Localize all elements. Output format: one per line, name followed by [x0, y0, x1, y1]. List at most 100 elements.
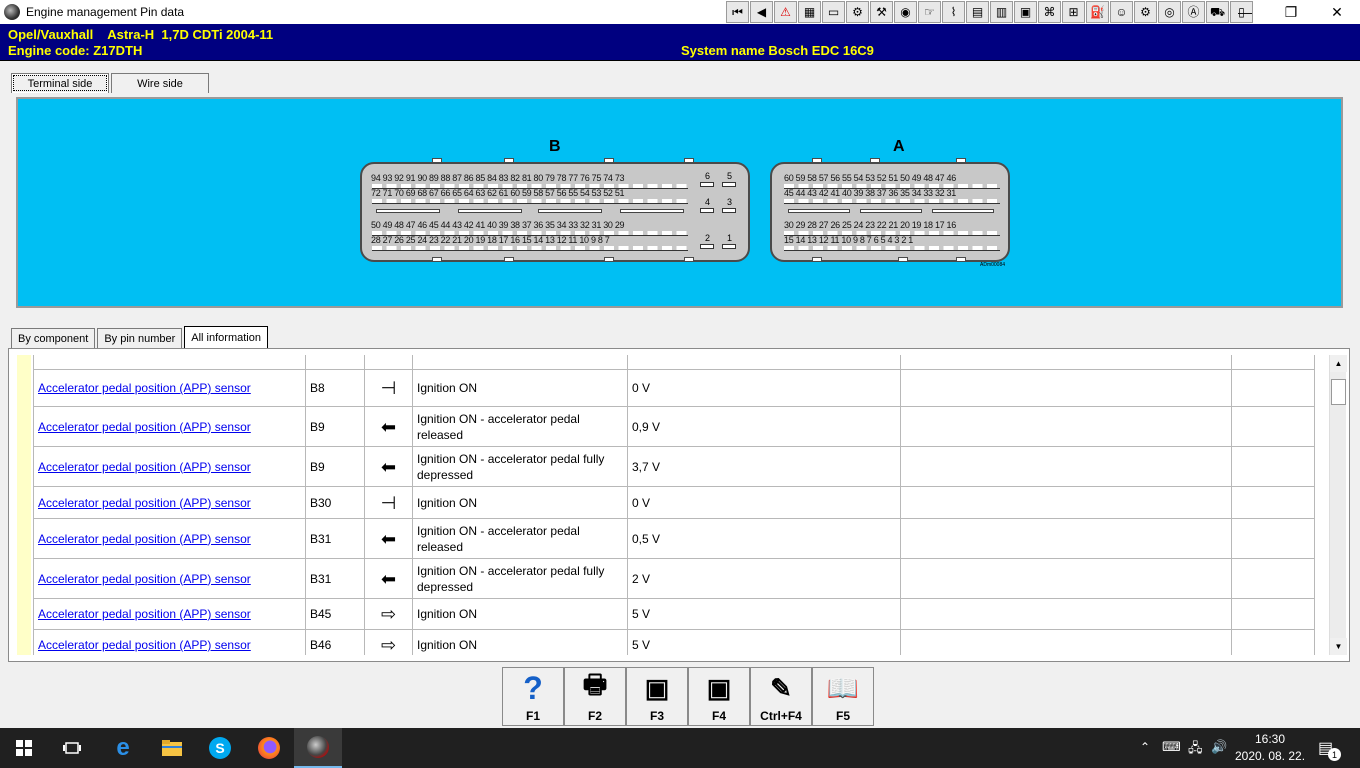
function-key-ctrl-f4[interactable]: ✎ Ctrl+F4 [750, 667, 812, 726]
component-link[interactable]: Accelerator pedal position (APP) sensor [38, 532, 251, 546]
function-key-label: F3 [649, 709, 664, 723]
screen-copy-icon: ▣ [706, 672, 732, 703]
tab [604, 257, 614, 262]
vertical-scrollbar[interactable]: ▲ ▼ [1329, 355, 1347, 655]
component-link[interactable]: Accelerator pedal position (APP) sensor [38, 572, 251, 586]
tab [870, 158, 880, 163]
table-row: Accelerator pedal position (APP) sensor B… [33, 518, 1315, 559]
pin-bar [722, 244, 736, 249]
component-link[interactable]: Accelerator pedal position (APP) sensor [38, 496, 251, 510]
empty-cell [1231, 598, 1315, 630]
diagram-code: ADm00084 [980, 262, 1006, 268]
component-icon[interactable]: ▤ [966, 1, 989, 23]
tyre-icon[interactable]: ◎ [1158, 1, 1181, 23]
film-icon[interactable]: ▦ [798, 1, 821, 23]
disc-icon[interactable]: ◉ [894, 1, 917, 23]
component-cell: Accelerator pedal position (APP) sensor [33, 598, 306, 630]
pin-cell: B9 [305, 406, 365, 447]
system-name: System name Bosch EDC 16C9 [681, 43, 874, 58]
supply-arrow-icon: ⇨ [364, 629, 413, 655]
component-link[interactable]: Accelerator pedal position (APP) sensor [38, 381, 251, 395]
tab-by-component[interactable]: By component [11, 328, 96, 348]
function-key-f3[interactable]: ▣ F3 [626, 667, 688, 726]
first-page-icon[interactable]: ⏮ [726, 1, 749, 23]
oil-can-icon[interactable]: ⛽ [1086, 1, 1109, 23]
engine-icon[interactable]: ⚙ [1134, 1, 1157, 23]
smiley-icon[interactable]: ☺ [1110, 1, 1133, 23]
cell [412, 355, 628, 370]
restore-icon[interactable]: ❐ [1268, 0, 1314, 24]
tools-icon[interactable]: ⚒ [870, 1, 893, 23]
function-key-f5[interactable]: 📖 F5 [812, 667, 874, 726]
pin-b3: 3 [727, 197, 733, 207]
wiring-icon[interactable]: ⌇ [942, 1, 965, 23]
tab-all-information[interactable]: All information [184, 326, 268, 348]
tab [812, 158, 822, 163]
gear-icon[interactable]: ⚙ [846, 1, 869, 23]
app-icon [4, 4, 20, 20]
cell [33, 355, 306, 370]
function-key-label: F4 [711, 709, 726, 723]
pin-bar [700, 244, 714, 249]
keyboard-icon[interactable]: ⌨ [1162, 739, 1181, 755]
task-view-icon[interactable] [48, 728, 96, 768]
scroll-up-icon[interactable]: ▲ [1330, 355, 1347, 372]
calibration-icon[interactable]: ⌘ [1038, 1, 1061, 23]
component-link[interactable]: Accelerator pedal position (APP) sensor [38, 638, 251, 652]
pin-b6: 6 [705, 171, 711, 181]
app-taskbar-icon[interactable] [294, 728, 342, 768]
tab-wire-side[interactable]: Wire side [111, 73, 209, 93]
function-key-label: F2 [587, 709, 602, 723]
function-key-f1[interactable]: ? F1 [502, 667, 564, 726]
pin-cell: B46 [305, 629, 365, 655]
component-link[interactable]: Accelerator pedal position (APP) sensor [38, 607, 251, 621]
scroll-down-icon[interactable]: ▼ [1330, 638, 1347, 655]
pin-cell: B31 [305, 558, 365, 599]
chevron-up-icon[interactable]: ⌃ [1140, 740, 1150, 754]
edge-icon[interactable]: e [99, 728, 147, 768]
pin-b4: 4 [705, 197, 711, 207]
battery-icon[interactable]: ▣ [1014, 1, 1037, 23]
abs-icon[interactable]: Ⓐ [1182, 1, 1205, 23]
screen-icon[interactable]: ▭ [822, 1, 845, 23]
condition-cell: Ignition ON - accelerator pedal released [412, 406, 628, 447]
scroll-thumb[interactable] [1331, 379, 1346, 405]
warning-icon[interactable]: ⚠ [774, 1, 797, 23]
minimize-icon[interactable]: — [1222, 0, 1268, 24]
view-tabs: Terminal side Wire side [11, 71, 211, 93]
pin-data-panel: Accelerator pedal position (APP) sensor B… [8, 348, 1350, 662]
close-icon[interactable]: ✕ [1314, 0, 1360, 24]
value-cell: 0,5 V [627, 518, 901, 559]
tab [604, 158, 614, 163]
vehicle-name: Opel/Vauxhall Astra-H 1,7D CDTi 2004-11 [8, 27, 274, 42]
slot [538, 209, 602, 213]
connector-icon[interactable]: ⊞ [1062, 1, 1085, 23]
tab-terminal-side[interactable]: Terminal side [11, 73, 109, 93]
component-cell: Accelerator pedal position (APP) sensor [33, 369, 306, 407]
volume-icon[interactable]: 🔊 [1211, 739, 1227, 755]
function-key-f2[interactable]: 🖶 F2 [564, 667, 626, 726]
firefox-icon[interactable] [245, 728, 293, 768]
value-cell: 5 V [627, 629, 901, 655]
hand-pointer-icon[interactable]: ☞ [918, 1, 941, 23]
clock[interactable]: 16:30 2020. 08. 22. [1234, 731, 1306, 765]
start-icon[interactable] [0, 728, 48, 768]
network-icon[interactable]: 🖧 [1188, 739, 1203, 761]
value-cell: 5 V [627, 598, 901, 630]
file-explorer-icon[interactable] [148, 728, 196, 768]
empty-cell [900, 486, 1232, 519]
pin-row-a1: 60 59 58 57 56 55 54 53 52 51 50 49 48 4… [784, 173, 956, 183]
function-key-f4[interactable]: ▣ F4 [688, 667, 750, 726]
empty-cell [900, 369, 1232, 407]
empty-cell [1231, 558, 1315, 599]
skype-icon[interactable]: S [196, 728, 244, 768]
pin-row [372, 199, 688, 204]
previous-page-icon[interactable]: ◀ [750, 1, 773, 23]
tab-by-pin-number[interactable]: By pin number [97, 328, 183, 348]
component-link[interactable]: Accelerator pedal position (APP) sensor [38, 460, 251, 474]
notification-icon[interactable]: ▤ 1 [1318, 738, 1341, 761]
empty-cell [1231, 406, 1315, 447]
vehicle-icon[interactable]: ▥ [990, 1, 1013, 23]
pin-bar [700, 182, 714, 187]
component-link[interactable]: Accelerator pedal position (APP) sensor [38, 420, 251, 434]
